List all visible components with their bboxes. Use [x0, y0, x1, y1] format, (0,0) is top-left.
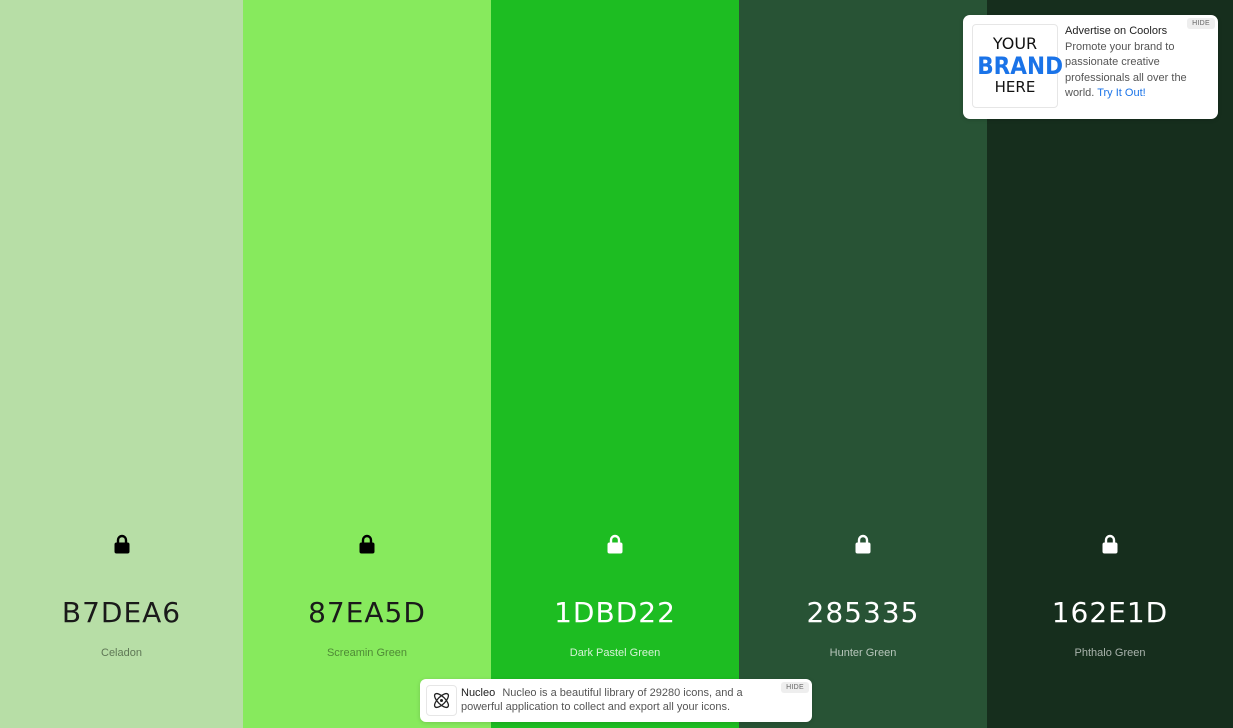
logo-line-1: YOUR — [992, 34, 1038, 53]
swatch-b7dea6[interactable]: B7DEA6 Celadon — [0, 0, 243, 728]
lock-icon[interactable] — [113, 534, 131, 554]
hex-code[interactable]: 87EA5D — [243, 596, 491, 629]
logo-line-3: HERE — [994, 78, 1036, 96]
color-name: Screamin Green — [326, 647, 408, 659]
logo-line-2: BRAND — [977, 52, 1064, 80]
swatch-1dbd22[interactable]: 1DBD22 Dark Pastel Green — [491, 0, 739, 728]
brand-logo: YOUR BRAND HERE — [972, 24, 1064, 108]
lock-icon[interactable] — [358, 534, 376, 554]
color-name: Hunter Green — [829, 647, 897, 659]
hex-code[interactable]: B7DEA6 — [0, 596, 243, 629]
lock-icon[interactable] — [606, 534, 624, 554]
atom-icon — [426, 685, 457, 716]
color-name: Phthalo Green — [1074, 647, 1146, 659]
swatch-87ea5d[interactable]: 87EA5D Screamin Green — [243, 0, 491, 728]
ad-link[interactable]: Try It Out! — [1097, 87, 1146, 99]
ad-text: Advertise on Coolors Promote your brand … — [1065, 24, 1205, 102]
color-name: Dark Pastel Green — [569, 647, 661, 659]
hex-code[interactable]: 162E1D — [987, 596, 1233, 629]
lock-icon[interactable] — [854, 534, 872, 554]
nucleo-body: Nucleo is a beautiful library of 29280 i… — [461, 687, 743, 713]
lock-icon[interactable] — [1101, 534, 1119, 554]
hide-ad-button[interactable]: HIDE — [1187, 18, 1215, 29]
color-name: Celadon — [101, 647, 142, 659]
nucleo-text: Nucleo Nucleo is a beautiful library of … — [461, 686, 781, 714]
hex-code[interactable]: 285335 — [739, 596, 987, 629]
ad-title: Advertise on Coolors — [1065, 25, 1168, 37]
hide-nucleo-button[interactable]: HIDE — [781, 682, 809, 693]
swatch-285335[interactable]: 285335 Hunter Green — [739, 0, 987, 728]
advertise-card[interactable]: YOUR BRAND HERE Advertise on Coolors Pro… — [963, 15, 1218, 119]
nucleo-title: Nucleo — [461, 687, 496, 699]
hex-code[interactable]: 1DBD22 — [491, 596, 739, 629]
nucleo-ad[interactable]: Nucleo Nucleo is a beautiful library of … — [420, 679, 812, 722]
